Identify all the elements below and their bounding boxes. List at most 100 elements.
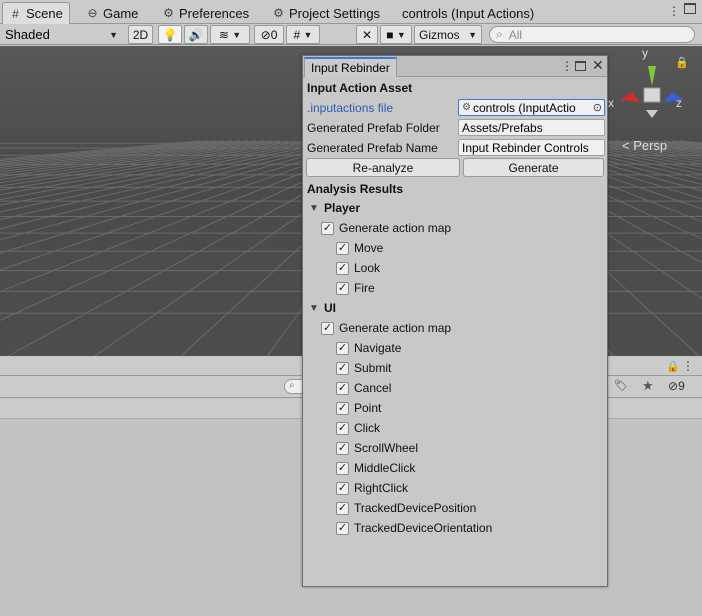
action-toggle-trackeddeviceposition[interactable]: ✓ TrackedDevicePosition: [336, 501, 476, 515]
hidden-objects-toggle[interactable]: ⊘ 0: [254, 25, 284, 44]
scene-toolbar: Shaded ▼ 2D 💡 🔊 ≋ ▼ ⊘ 0 # ▼ ✕ ■ ▼ Gizmos ▼…: [0, 24, 702, 45]
object-picker-icon[interactable]: ⊙: [592, 101, 602, 114]
action-toggle-click[interactable]: ✓ Click: [336, 421, 380, 435]
grid-line: [631, 140, 702, 150]
2d-label: 2D: [132, 27, 149, 42]
input-rebinder-window: Input Rebinder ⋮ ✕ Input Action Asset .i…: [302, 55, 608, 587]
tools-toggle[interactable]: ✕: [356, 25, 378, 44]
prefab-folder-input[interactable]: Assets/Prefabs: [458, 119, 605, 136]
audio-toggle[interactable]: 🔊: [184, 25, 208, 44]
checkbox[interactable]: ✓: [336, 421, 349, 435]
action-toggle-middleclick[interactable]: ✓ MiddleClick: [336, 461, 415, 475]
checkbox-label: Generate action map: [339, 321, 452, 335]
tab-input-rebinder[interactable]: Input Rebinder: [304, 57, 397, 77]
lighting-toggle[interactable]: 💡: [158, 25, 182, 44]
draw-mode-dropdown[interactable]: Shaded ▼: [0, 25, 123, 44]
gizmo-center-cube[interactable]: [643, 87, 661, 103]
generate-button[interactable]: Generate: [463, 158, 604, 177]
action-toggle-cancel[interactable]: ✓ Cancel: [336, 381, 391, 395]
foldout-player[interactable]: ▼ Player: [309, 201, 360, 215]
action-toggle-move[interactable]: ✓ Move: [336, 241, 383, 255]
action-toggle-look[interactable]: ✓ Look: [336, 261, 380, 275]
2d-toggle[interactable]: 2D: [128, 25, 153, 44]
ui-generate-map-toggle[interactable]: ✓ Generate action map: [321, 321, 451, 335]
action-toggle-fire[interactable]: ✓ Fire: [336, 281, 375, 295]
label-tag-icon[interactable]: 🏷: [614, 379, 628, 392]
tab-input-actions[interactable]: controls (Input Actions): [396, 2, 540, 24]
lock-icon[interactable]: 🔒: [666, 360, 680, 373]
tab-project-settings[interactable]: ⚙ Project Settings: [266, 2, 386, 24]
action-toggle-submit[interactable]: ✓ Submit: [336, 361, 391, 375]
prefab-folder-label: Generated Prefab Folder: [307, 121, 440, 135]
close-icon[interactable]: ✕: [592, 57, 604, 74]
action-toggle-scrollwheel[interactable]: ✓ ScrollWheel: [336, 441, 418, 455]
generate-label: Generate: [508, 160, 559, 175]
hidden-count-toggle[interactable]: ⊘ 9: [668, 379, 685, 393]
action-toggle-trackeddeviceorientation[interactable]: ✓ TrackedDeviceOrientation: [336, 521, 492, 535]
action-toggle-point[interactable]: ✓ Point: [336, 401, 381, 415]
grid-snap-dropdown[interactable]: # ▼: [286, 25, 320, 44]
checkbox[interactable]: ✓: [336, 281, 349, 295]
tab-label: controls (Input Actions): [402, 5, 535, 21]
asset-value: controls (InputActio: [472, 100, 576, 115]
tab-game[interactable]: ⊖ Game: [80, 2, 144, 24]
grid-line: [0, 140, 345, 221]
kebab-menu-icon[interactable]: ⋮: [682, 359, 694, 373]
checkbox[interactable]: ✓: [336, 461, 349, 475]
action-name: ScrollWheel: [354, 441, 419, 455]
tab-label: Preferences: [179, 5, 250, 21]
x-axis-cone[interactable]: [620, 92, 640, 102]
neg-y-cone[interactable]: [646, 110, 658, 118]
star-icon[interactable]: ★: [642, 378, 654, 394]
effects-dropdown[interactable]: ≋ ▼: [210, 25, 250, 44]
checkbox[interactable]: ✓: [336, 361, 349, 375]
action-name: Submit: [354, 361, 392, 375]
checkbox[interactable]: ✓: [336, 441, 349, 455]
camera-icon: ■: [386, 27, 394, 42]
scene-search-input[interactable]: ⌕ All: [489, 26, 695, 43]
chevron-down-icon: ▼: [232, 29, 242, 40]
checkbox[interactable]: ✓: [336, 341, 349, 355]
player-generate-map-toggle[interactable]: ✓ Generate action map: [321, 221, 451, 235]
projection-label[interactable]: < Persp: [622, 138, 667, 153]
input-actions-asset-icon: ⚙: [462, 102, 471, 113]
hidden-count: 0: [270, 27, 278, 42]
tab-preferences[interactable]: ⚙ Preferences: [156, 2, 255, 24]
prefab-folder-value: Assets/Prefabs: [462, 120, 543, 135]
checkbox[interactable]: ✓: [321, 221, 334, 235]
checkbox[interactable]: ✓: [321, 321, 334, 335]
checkbox[interactable]: ✓: [336, 241, 349, 255]
checkbox[interactable]: ✓: [336, 521, 349, 535]
action-name: Point: [354, 401, 382, 415]
kebab-menu-icon[interactable]: ⋮: [561, 59, 573, 73]
asset-field-label: .inputactions file: [307, 101, 394, 115]
gizmos-label: Gizmos: [419, 27, 460, 42]
action-toggle-rightclick[interactable]: ✓ RightClick: [336, 481, 408, 495]
maximize-icon[interactable]: [575, 61, 586, 71]
checkbox[interactable]: ✓: [336, 501, 349, 515]
y-axis-cone[interactable]: [648, 66, 656, 86]
grid-line: [607, 140, 702, 154]
foldout-ui[interactable]: ▼ UI: [309, 301, 336, 315]
checkbox[interactable]: ✓: [336, 401, 349, 415]
prefab-name-input[interactable]: Input Rebinder Controls: [458, 139, 605, 156]
lock-icon[interactable]: 🔒: [675, 56, 689, 69]
checkbox[interactable]: ✓: [336, 381, 349, 395]
asset-object-field[interactable]: ⚙ controls (InputActio ⊙: [458, 99, 605, 116]
tab-scene[interactable]: # Scene: [2, 2, 70, 24]
gizmos-dropdown[interactable]: Gizmos ▼: [414, 25, 482, 44]
eye-off-icon: ⊘: [260, 27, 271, 42]
chevron-down-icon: ▼: [303, 29, 313, 40]
speaker-icon: 🔊: [188, 27, 204, 42]
action-name: RightClick: [354, 481, 409, 495]
checkbox[interactable]: ✓: [336, 481, 349, 495]
reanalyze-button[interactable]: Re-analyze: [306, 158, 460, 177]
maximize-icon[interactable]: [684, 3, 696, 14]
action-toggle-navigate[interactable]: ✓ Navigate: [336, 341, 401, 355]
prefab-name-label: Generated Prefab Name: [307, 141, 438, 155]
checkbox[interactable]: ✓: [336, 261, 349, 275]
camera-dropdown[interactable]: ■ ▼: [380, 25, 412, 44]
lightbulb-icon: 💡: [162, 27, 178, 42]
action-name: TrackedDeviceOrientation: [354, 521, 493, 535]
kebab-menu-icon[interactable]: ⋮: [668, 4, 680, 18]
